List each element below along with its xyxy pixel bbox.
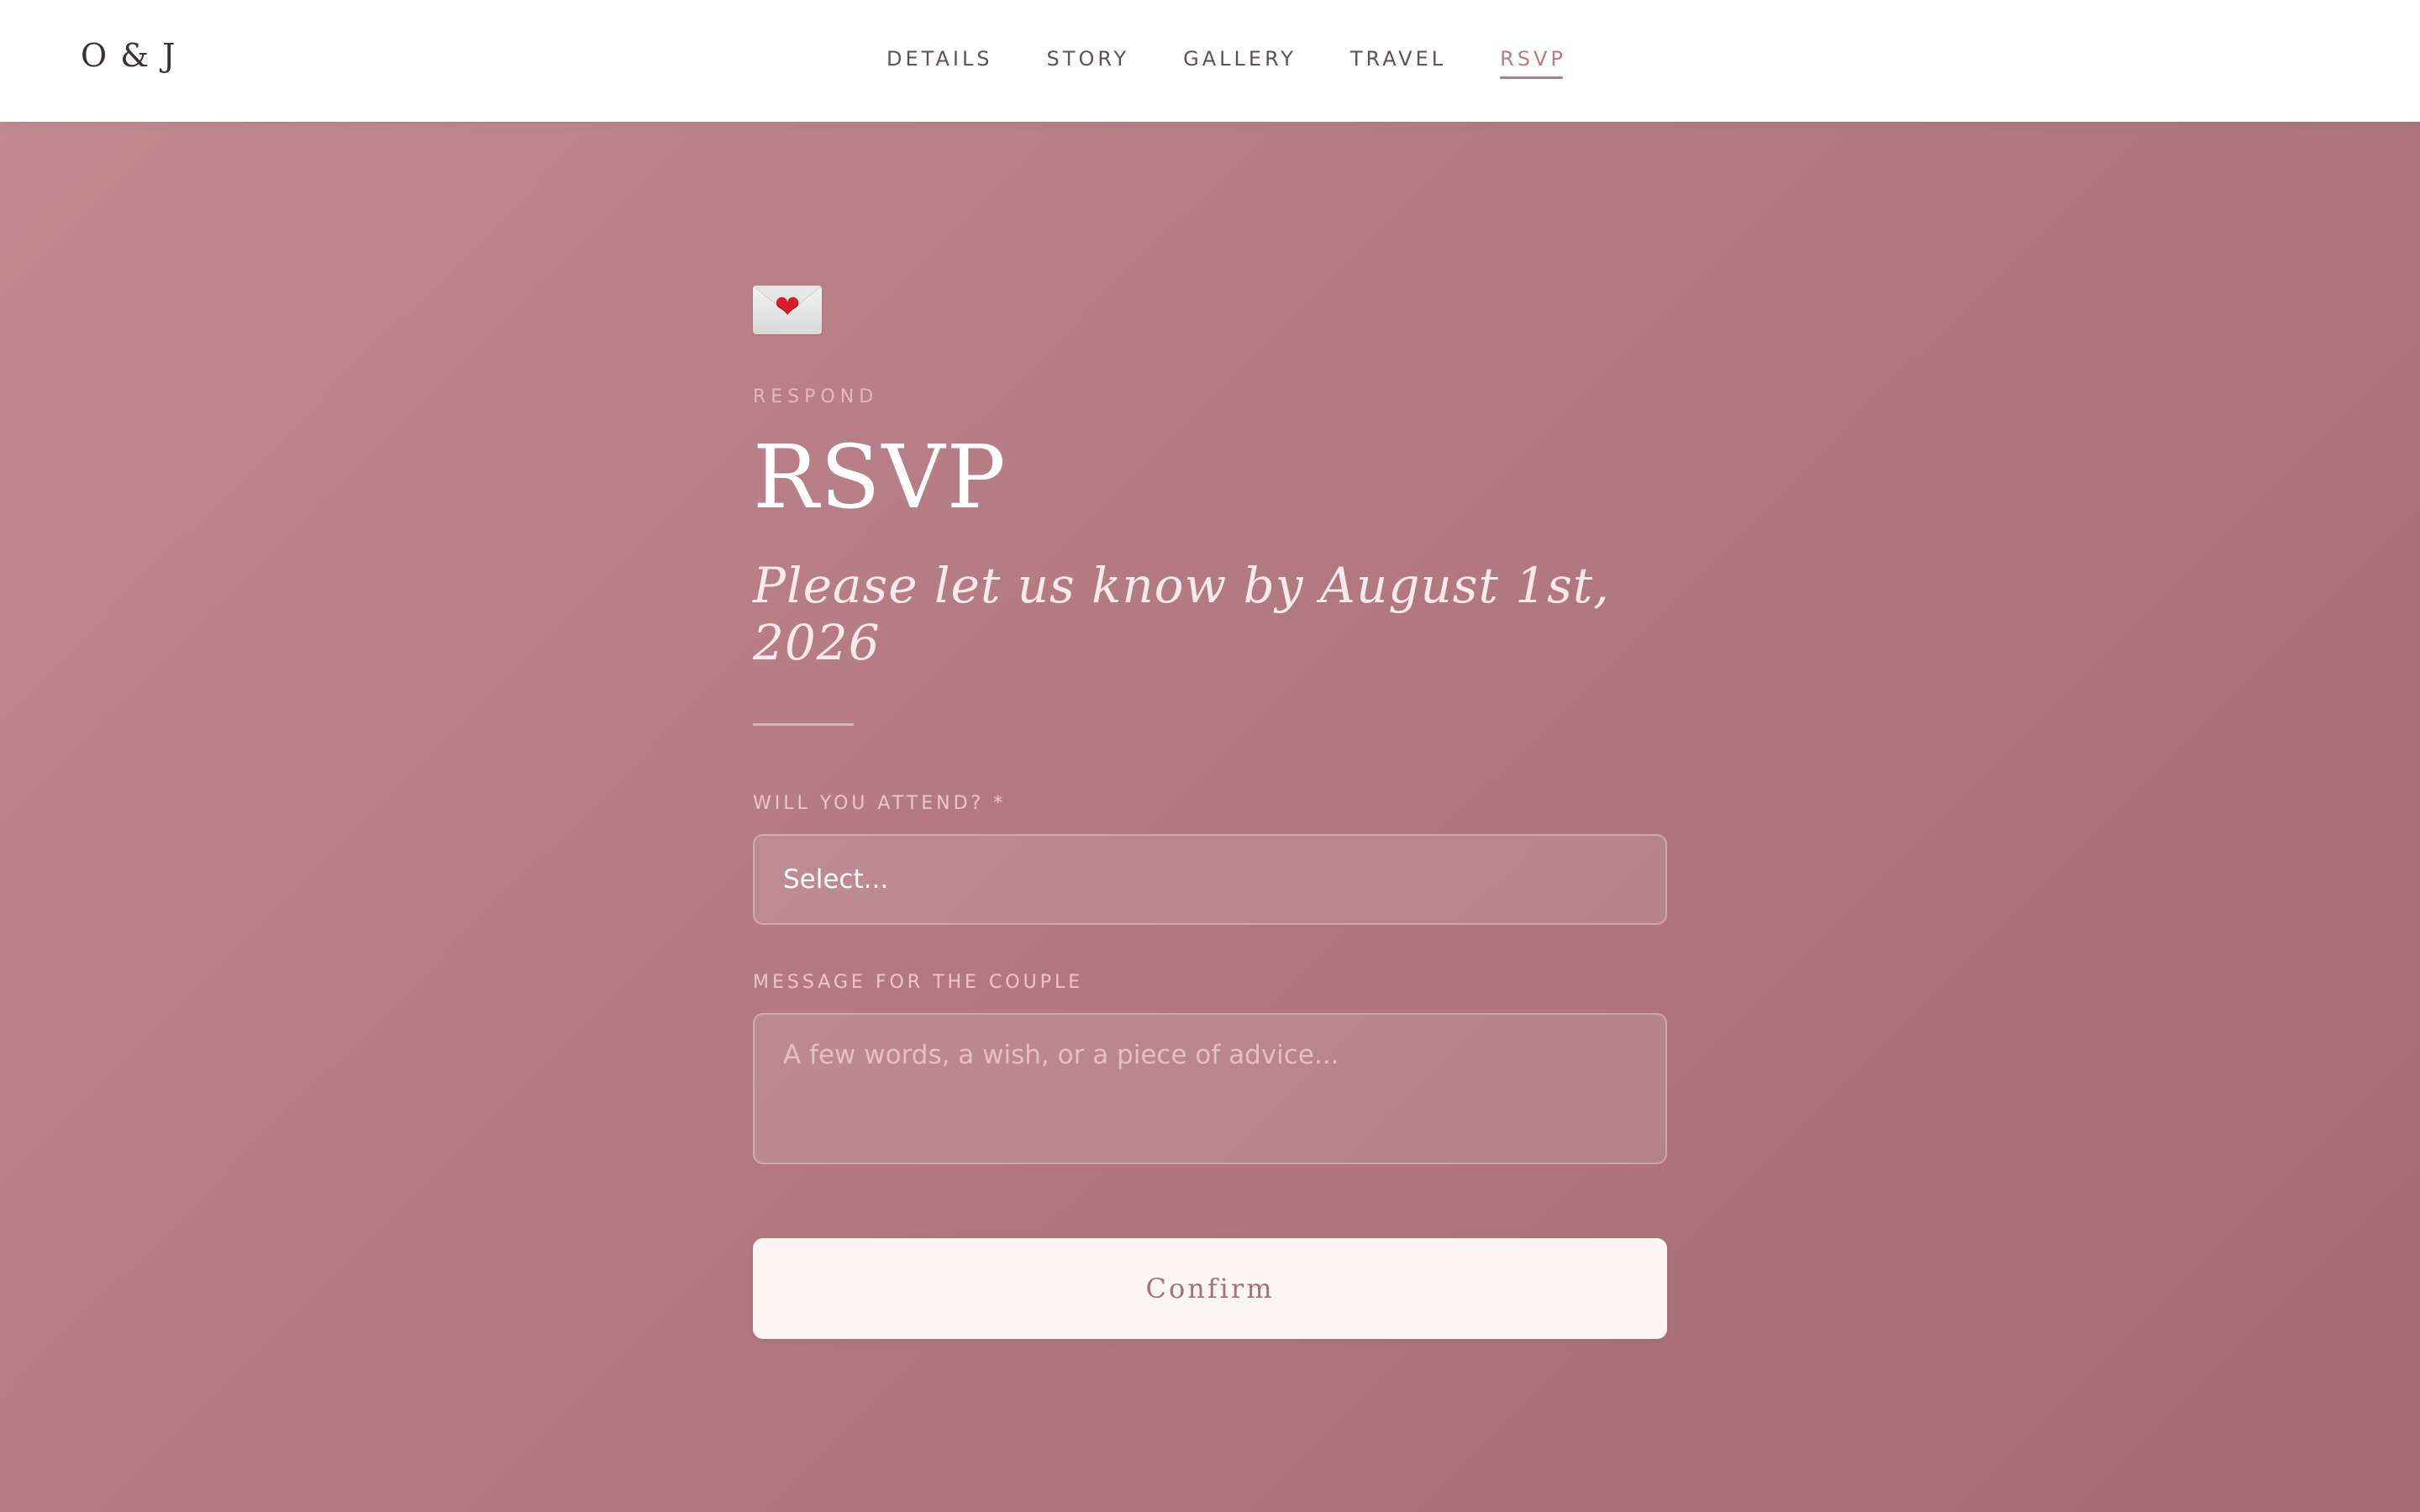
confirm-button[interactable]: Confirm <box>753 1238 1667 1339</box>
attend-label: WILL YOU ATTEND? * <box>753 793 1007 814</box>
heart-icon: ❤ <box>775 290 801 324</box>
section-eyebrow: RESPOND <box>753 386 879 407</box>
rsvp-section: ❤ RESPOND RSVP Please let us know by Aug… <box>753 286 1667 1339</box>
message-label: MESSAGE FOR THE COUPLE <box>753 972 1084 993</box>
deadline-subtitle: Please let us know by August 1st, 2026 <box>753 557 1610 671</box>
love-letter-icon: ❤ <box>753 286 822 334</box>
nav-item-rsvp[interactable]: RSVP <box>1500 47 1566 79</box>
message-placeholder: A few words, a wish, or a piece of advic… <box>783 1040 1339 1070</box>
main-nav: DETAILS STORY GALLERY TRAVEL RSVP <box>886 47 1566 79</box>
site-logo[interactable]: O & J <box>81 37 176 74</box>
page-title: RSVP <box>753 426 1007 528</box>
confirm-button-label: Confirm <box>1145 1273 1275 1305</box>
nav-item-gallery[interactable]: GALLERY <box>1183 47 1297 79</box>
section-divider <box>753 723 854 726</box>
nav-item-travel[interactable]: TRAVEL <box>1350 47 1446 79</box>
attend-select[interactable]: Select... <box>753 834 1667 925</box>
site-header: O & J DETAILS STORY GALLERY TRAVEL RSVP <box>0 0 2420 122</box>
message-textarea[interactable]: A few words, a wish, or a piece of advic… <box>753 1013 1667 1164</box>
nav-item-details[interactable]: DETAILS <box>886 47 993 79</box>
nav-item-story[interactable]: STORY <box>1047 47 1130 79</box>
attend-select-value: Select... <box>783 864 889 895</box>
